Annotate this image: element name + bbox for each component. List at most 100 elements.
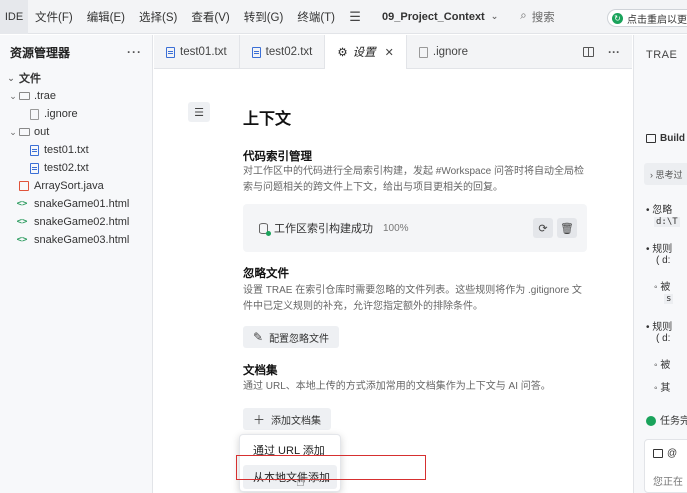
explorer-sidebar: 资源管理器 ··· ⌄ 文件 ⌄ .trae .ignore ⌄ out tes… bbox=[0, 35, 153, 493]
menu-view[interactable]: 查看(V) bbox=[184, 0, 236, 34]
hand-cursor-icon: ☝ bbox=[296, 473, 305, 489]
explorer-header: 资源管理器 ··· bbox=[0, 35, 152, 69]
button-label: 添加文档集 bbox=[271, 415, 322, 427]
menu-bar: IDE 文件(F) 编辑(E) 选择(S) 查看(V) 转到(G) 终端(T) … bbox=[0, 0, 687, 34]
chat-text: 被 bbox=[660, 360, 671, 371]
file-icon bbox=[418, 46, 428, 58]
chat-text: 被 bbox=[660, 282, 671, 293]
tab-actions: ··· bbox=[583, 35, 632, 68]
close-icon[interactable]: ✕ bbox=[385, 46, 394, 59]
chat-text: 其 bbox=[660, 383, 671, 394]
tab-test02[interactable]: test02.txt bbox=[240, 35, 326, 69]
more-icon[interactable]: ··· bbox=[127, 45, 142, 59]
chat-line: ( d: bbox=[656, 333, 670, 344]
chat-text: 忽略 bbox=[652, 205, 673, 216]
tree-item-snakegame01[interactable]: <> snakeGame01.html bbox=[0, 195, 152, 213]
file-icon bbox=[28, 108, 40, 120]
text-file-icon bbox=[166, 46, 175, 58]
settings-panel: ☰ 上下文 代码索引管理 对工作区中的代码进行全局索引构建，发起 #Worksp… bbox=[154, 70, 632, 493]
html-file-icon: <> bbox=[16, 199, 28, 209]
docs-section-desc: 通过 URL、本地上传的方式添加常用的文档集作为上下文与 AI 问答。 bbox=[243, 381, 551, 392]
text-file-icon bbox=[28, 162, 40, 174]
tree-item-ignore[interactable]: .ignore bbox=[0, 105, 152, 123]
gear-icon: ⚙ bbox=[337, 47, 348, 59]
more-icon[interactable]: ··· bbox=[608, 45, 620, 59]
index-section-title: 代码索引管理 bbox=[243, 151, 312, 163]
page-title: 上下文 bbox=[243, 111, 292, 128]
tree-item-label: test02.txt bbox=[44, 162, 89, 174]
configure-ignore-button[interactable]: ✎ 配置忽略文件 bbox=[243, 326, 340, 348]
ide-label[interactable]: IDE bbox=[0, 0, 28, 34]
chevron-down-icon: ⌄ bbox=[490, 11, 499, 21]
chat-input-box[interactable]: @ 您正在 bbox=[644, 439, 687, 493]
tree-item-test01[interactable]: test01.txt bbox=[0, 141, 152, 159]
java-file-icon bbox=[18, 180, 30, 192]
chat-text: 规则 bbox=[652, 322, 673, 333]
menu-edit[interactable]: 编辑(E) bbox=[80, 0, 132, 34]
search-label: 搜索 bbox=[531, 11, 555, 24]
tree-item-out[interactable]: ⌄ out bbox=[0, 123, 152, 141]
menu-file[interactable]: 文件(F) bbox=[28, 0, 80, 34]
terminal-icon bbox=[653, 448, 663, 458]
plus-icon: ＋ bbox=[253, 412, 266, 427]
working-text: 您正在 bbox=[653, 477, 683, 488]
menu-terminal[interactable]: 终端(T) bbox=[290, 0, 342, 34]
chat-line: ( d: bbox=[656, 255, 670, 266]
thinking-text: 思考过 bbox=[655, 170, 683, 180]
chat-panel: TRAE Build › 思考过 • 忽略 d:\T • 规则 ( d: ◦ 被… bbox=[633, 35, 687, 493]
tree-item-arraysort[interactable]: ArraySort.java bbox=[0, 177, 152, 195]
search-box[interactable]: ⌕ 搜索 bbox=[520, 9, 554, 25]
tree-item-label: 文件 bbox=[19, 73, 41, 85]
docs-section-title: 文档集 bbox=[243, 365, 278, 377]
thinking-bubble[interactable]: › 思考过 bbox=[644, 163, 687, 185]
tree-item-label: ArraySort.java bbox=[34, 180, 104, 192]
add-docs-button[interactable]: ＋ 添加文档集 bbox=[243, 408, 332, 430]
text-file-icon bbox=[28, 144, 40, 156]
tab-ignore[interactable]: .ignore bbox=[407, 35, 480, 69]
tree-root[interactable]: ⌄ 文件 bbox=[0, 69, 152, 87]
selection-highlight-box bbox=[236, 455, 426, 480]
task-complete-text: 任务完 bbox=[660, 416, 687, 427]
index-section-desc: 对工作区中的代码进行全局索引构建，发起 #Workspace 问答时将自动全局检… bbox=[243, 166, 584, 193]
tree-item-snakegame02[interactable]: <> snakeGame02.html bbox=[0, 213, 152, 231]
chat-line: s bbox=[664, 293, 674, 304]
more-menu-icon[interactable]: ☰ bbox=[342, 0, 368, 34]
tree-item-trae[interactable]: ⌄ .trae bbox=[0, 87, 152, 105]
tree-item-label: .trae bbox=[34, 90, 57, 102]
menu-select[interactable]: 选择(S) bbox=[132, 0, 184, 34]
tab-test01[interactable]: test01.txt bbox=[154, 35, 240, 69]
tree-item-snakegame03[interactable]: <> snakeGame03.html bbox=[0, 231, 152, 249]
tree-item-label: out bbox=[34, 126, 50, 138]
split-editor-icon[interactable] bbox=[583, 46, 594, 57]
at-text: @ bbox=[667, 448, 678, 459]
chat-code: s bbox=[664, 294, 674, 304]
refresh-icon[interactable]: ⟳ bbox=[533, 218, 553, 238]
tab-settings[interactable]: ⚙ 设置 ✕ bbox=[325, 35, 407, 69]
trash-icon[interactable]: 🗑 bbox=[557, 218, 577, 238]
restart-update-button[interactable]: ↻ 点击重启以更新 bbox=[607, 9, 687, 27]
ignore-section-title: 忽略文件 bbox=[243, 268, 289, 280]
menu-goto[interactable]: 转到(G) bbox=[237, 0, 291, 34]
tab-label: test01.txt bbox=[180, 46, 227, 58]
chat-line: d:\T bbox=[654, 216, 680, 227]
index-status-box: 工作区索引构建成功 100% ⟳ 🗑 bbox=[243, 204, 587, 252]
menu-list-icon[interactable]: ☰ bbox=[188, 102, 210, 122]
chat-code: ( d: bbox=[656, 255, 671, 266]
chevron-down-icon: ⌄ bbox=[7, 72, 15, 83]
text-file-icon bbox=[251, 46, 261, 58]
index-actions: ⟳ 🗑 bbox=[533, 218, 577, 238]
restart-label: 点击重启以更新 bbox=[627, 14, 687, 26]
chevron-down-icon: ⌄ bbox=[9, 126, 17, 137]
edit-icon: ✎ bbox=[253, 330, 264, 344]
tree-item-label: snakeGame02.html bbox=[34, 216, 130, 228]
button-label: 配置忽略文件 bbox=[269, 333, 330, 345]
check-icon bbox=[646, 416, 656, 427]
tree-item-test02[interactable]: test02.txt bbox=[0, 159, 152, 177]
chat-text: 规则 bbox=[652, 244, 673, 255]
build-text: Build bbox=[660, 133, 685, 144]
tree-item-label: snakeGame03.html bbox=[34, 234, 130, 246]
tab-label: .ignore bbox=[432, 46, 469, 58]
chat-title: TRAE bbox=[646, 49, 678, 61]
tab-label: 设置 bbox=[352, 47, 376, 59]
project-switcher[interactable]: 09_Project_Context ⌄ bbox=[374, 11, 506, 23]
